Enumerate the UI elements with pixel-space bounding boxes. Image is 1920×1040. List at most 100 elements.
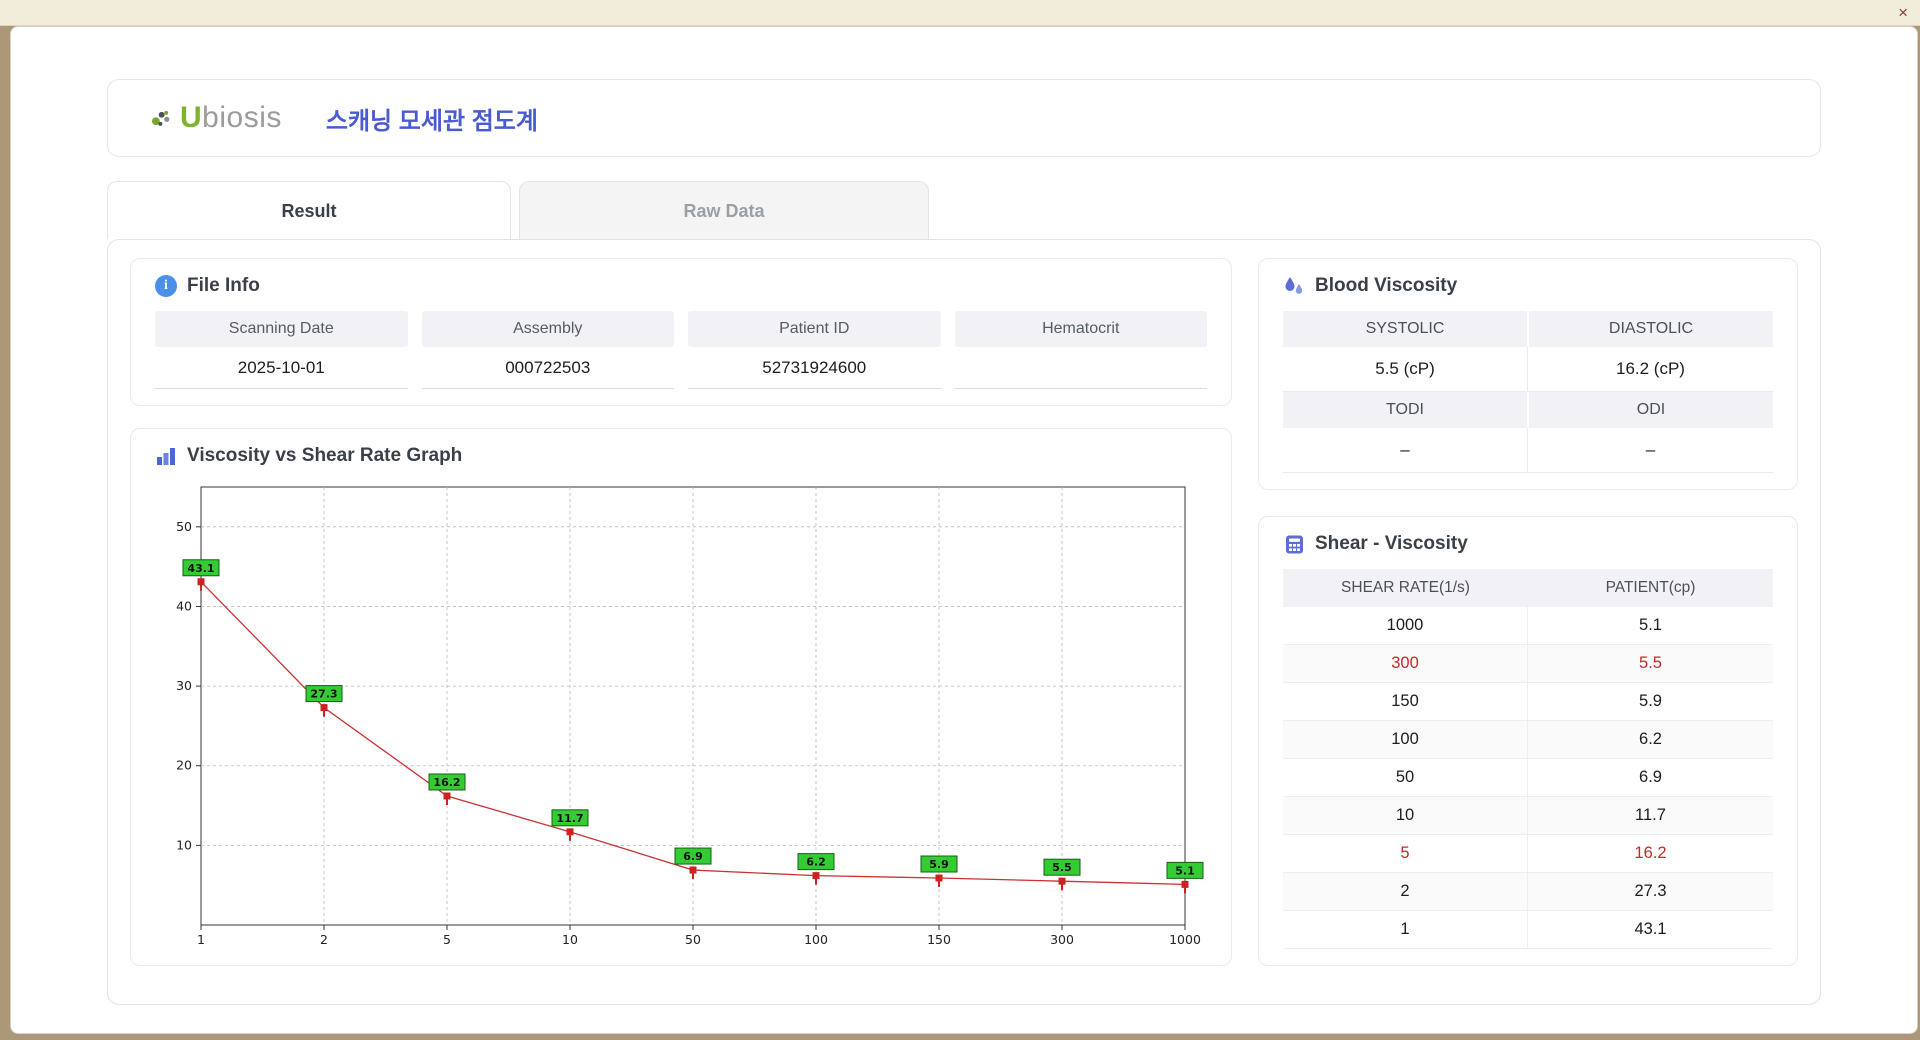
svg-text:300: 300 <box>1050 932 1074 947</box>
field-value-scanning-date: 2025-10-01 <box>155 347 408 389</box>
bv-header-todi: TODI <box>1283 392 1527 428</box>
window-titlebar: × <box>0 0 1920 26</box>
patient-viscosity-value: 27.3 <box>1634 882 1667 900</box>
logo-dots-icon <box>150 107 172 129</box>
patient-viscosity-value: 5.9 <box>1639 692 1662 710</box>
droplets-icon <box>1283 275 1305 297</box>
svg-text:5.9: 5.9 <box>929 858 949 871</box>
file-info-card: i File Info Scanning Date 2025-10-01 Assem… <box>130 258 1232 406</box>
field-value-patient-id: 52731924600 <box>688 347 941 389</box>
close-icon[interactable]: × <box>1898 3 1908 23</box>
shear-rate-value: 2 <box>1283 873 1528 910</box>
table-row: 150 5.9 <box>1283 683 1773 721</box>
svg-text:11.7: 11.7 <box>556 812 583 825</box>
file-info-fields: Scanning Date 2025-10-01 Assembly 000722503… <box>155 311 1207 389</box>
svg-text:150: 150 <box>927 932 951 947</box>
tab-result[interactable]: Result <box>107 181 511 239</box>
left-column: i File Info Scanning Date 2025-10-01 Assem… <box>130 258 1232 986</box>
tab-bar: Result Raw Data <box>107 181 1821 239</box>
svg-text:5.1: 5.1 <box>1175 864 1195 877</box>
svg-text:5: 5 <box>443 932 451 947</box>
svg-text:1000: 1000 <box>1169 932 1201 947</box>
shear-rate-value: 1000 <box>1283 607 1528 644</box>
file-info-field-scanning-date: Scanning Date 2025-10-01 <box>155 311 408 389</box>
shear-rate-value: 300 <box>1283 645 1528 682</box>
svg-text:6.2: 6.2 <box>806 856 826 869</box>
patient-viscosity-value: 6.2 <box>1639 730 1662 748</box>
svg-text:2: 2 <box>320 932 328 947</box>
svg-text:20: 20 <box>176 758 192 773</box>
table-row: 10 11.7 <box>1283 797 1773 835</box>
viscosity-chart: 10 20 30 40 50 1 2 5 10 50 100 150 300 1000 43.1 27.3 16… <box>176 486 1204 947</box>
file-info-field-assembly: Assembly 000722503 <box>421 311 674 389</box>
app-header: Ubiosis 스캐닝 모세관 점도계 <box>107 79 1821 157</box>
svg-text:30: 30 <box>176 678 192 693</box>
svg-text:50: 50 <box>685 932 701 947</box>
shear-rate-value: 1 <box>1283 911 1528 948</box>
svg-text:10: 10 <box>562 932 578 947</box>
svg-text:50: 50 <box>176 519 192 534</box>
bv-value-diastolic: 16.2 (cP) <box>1616 359 1685 378</box>
shear-table-header: SHEAR RATE(1/s) PATIENT(cp) <box>1283 569 1773 607</box>
main-panel: Ubiosis 스캐닝 모세관 점도계 Result Raw Data i Fil… <box>10 26 1918 1034</box>
svg-text:10: 10 <box>176 837 192 852</box>
field-value-hematocrit <box>954 347 1207 389</box>
bv-header-diastolic: DIASTOLIC <box>1529 311 1773 347</box>
shear-rate-value: 50 <box>1283 759 1528 796</box>
svg-text:6.9: 6.9 <box>683 850 703 863</box>
right-column: Blood Viscosity SYSTOLIC DIASTOLIC 5.5 (cP… <box>1258 258 1798 986</box>
bv-value-row: – – <box>1283 428 1773 473</box>
svg-text:5.5: 5.5 <box>1052 861 1072 874</box>
patient-viscosity-value: 5.1 <box>1639 616 1662 634</box>
patient-viscosity-value: 6.9 <box>1639 768 1662 786</box>
file-info-title: i File Info <box>155 275 1207 297</box>
field-label-scanning-date: Scanning Date <box>155 311 408 347</box>
shear-viscosity-card: Shear - Viscosity SHEAR RATE(1/s) PATIENT… <box>1258 516 1798 966</box>
calculator-icon <box>1283 533 1305 555</box>
bv-header-row: TODI ODI <box>1283 392 1773 428</box>
table-row: 1000 5.1 <box>1283 607 1773 645</box>
patient-viscosity-value: 11.7 <box>1635 806 1666 824</box>
bv-value-row: 5.5 (cP) 16.2 (cP) <box>1283 347 1773 392</box>
patient-viscosity-value: 43.1 <box>1634 920 1667 938</box>
blood-viscosity-title-text: Blood Viscosity <box>1315 275 1458 296</box>
svg-text:43.1: 43.1 <box>187 562 214 575</box>
blood-viscosity-grid: SYSTOLIC DIASTOLIC 5.5 (cP) 16.2 (cP) TODI OD… <box>1283 311 1773 473</box>
bar-chart-icon <box>155 445 177 467</box>
shear-viscosity-table: SHEAR RATE(1/s) PATIENT(cp) 1000 5.1 300 5.5 1… <box>1283 569 1773 949</box>
info-icon: i <box>155 275 177 297</box>
table-row: 1 43.1 <box>1283 911 1773 949</box>
file-info-field-hematocrit: Hematocrit <box>954 311 1207 389</box>
shear-viscosity-title: Shear - Viscosity <box>1283 533 1773 555</box>
app-title: 스캐닝 모세관 점도계 <box>325 107 538 135</box>
content-wrapper: Ubiosis 스캐닝 모세관 점도계 Result Raw Data i Fil… <box>107 27 1821 1005</box>
patient-viscosity-value: 5.5 <box>1639 654 1662 672</box>
svg-text:27.3: 27.3 <box>310 688 337 701</box>
bv-header-odi: ODI <box>1529 392 1773 428</box>
graph-title: Viscosity vs Shear Rate Graph <box>155 445 1207 467</box>
shear-viscosity-title-text: Shear - Viscosity <box>1315 533 1468 554</box>
ubiosis-logo: Ubiosis <box>150 101 282 135</box>
graph-card: Viscosity vs Shear Rate Graph 10 20 30 40 50… <box>130 428 1232 966</box>
table-row: 100 6.2 <box>1283 721 1773 759</box>
graph-title-text: Viscosity vs Shear Rate Graph <box>187 445 463 466</box>
shear-rate-value: 100 <box>1283 721 1528 758</box>
file-info-field-patient-id: Patient ID 52731924600 <box>688 311 941 389</box>
shear-column-header: SHEAR RATE(1/s) <box>1341 579 1470 596</box>
logo-text: Ubiosis <box>180 101 282 134</box>
file-info-title-text: File Info <box>187 275 260 296</box>
field-value-assembly: 000722503 <box>421 347 674 389</box>
shear-column-header: PATIENT(cp) <box>1605 579 1696 596</box>
table-row: 5 16.2 <box>1283 835 1773 873</box>
bv-header-systolic: SYSTOLIC <box>1283 311 1527 347</box>
field-label-patient-id: Patient ID <box>688 311 941 347</box>
svg-text:40: 40 <box>176 598 192 613</box>
table-row: 50 6.9 <box>1283 759 1773 797</box>
shear-rate-value: 5 <box>1283 835 1528 872</box>
table-row: 300 5.5 <box>1283 645 1773 683</box>
shear-rate-value: 150 <box>1283 683 1528 720</box>
svg-text:100: 100 <box>804 932 828 947</box>
content-container: i File Info Scanning Date 2025-10-01 Assem… <box>107 239 1821 1005</box>
table-row: 2 27.3 <box>1283 873 1773 911</box>
tab-raw-data[interactable]: Raw Data <box>519 181 929 239</box>
